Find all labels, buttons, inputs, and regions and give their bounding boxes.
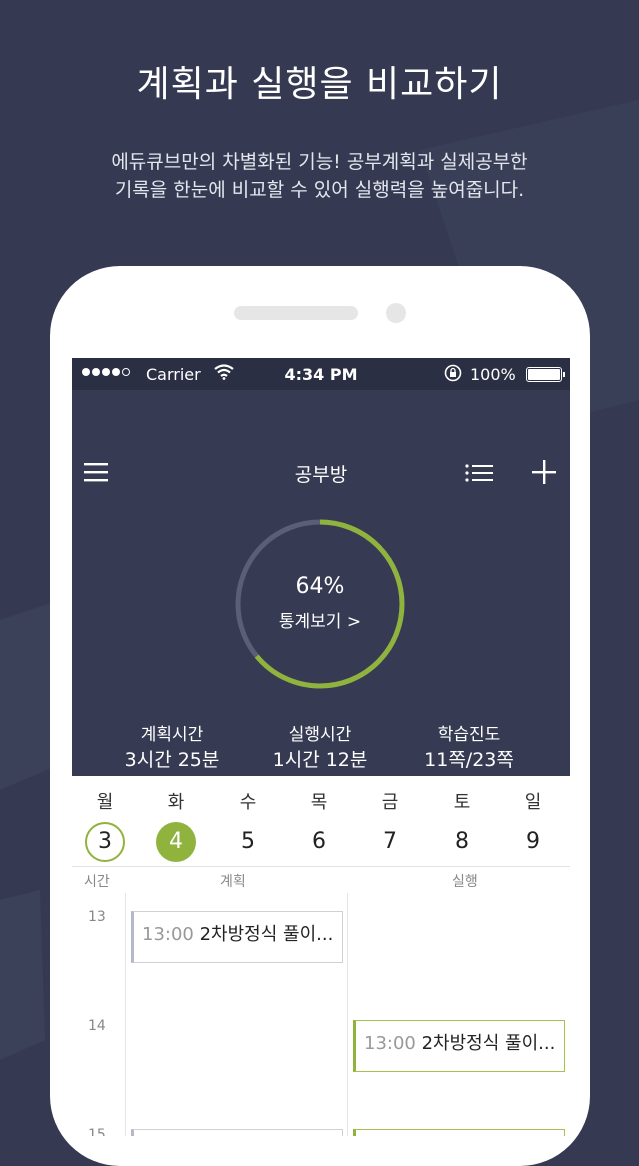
phone-speaker bbox=[234, 306, 358, 320]
weekday-label: 일 bbox=[524, 792, 542, 813]
list-view-icon[interactable] bbox=[465, 464, 493, 482]
stat-label: 계획시간 bbox=[140, 725, 204, 745]
date-button-8[interactable]: 8 bbox=[442, 822, 482, 862]
hour-label: 14 bbox=[88, 1018, 106, 1034]
stat-executed-time: 실행시간 1시간 12분 bbox=[254, 724, 386, 779]
battery-icon bbox=[526, 367, 565, 382]
weekday-label: 수 bbox=[239, 792, 257, 813]
date-button-9[interactable]: 9 bbox=[513, 822, 553, 862]
timetable-header: 시간 계획 실행 bbox=[72, 866, 570, 894]
stat-label: 실행시간 bbox=[288, 725, 352, 745]
stat-label: 학습진도 bbox=[437, 725, 501, 745]
weekday-label: 화 bbox=[167, 792, 185, 813]
grid-divider bbox=[347, 893, 348, 1136]
stat-value: 11쪽/23쪽 bbox=[424, 749, 514, 771]
weekday-label: 목 bbox=[310, 792, 328, 813]
grid-divider bbox=[125, 893, 126, 1136]
event-time: 13:00 bbox=[364, 1033, 416, 1054]
date-button-3[interactable]: 3 bbox=[85, 822, 125, 862]
date-button-6[interactable]: 6 bbox=[299, 822, 339, 862]
hour-label: 15 bbox=[88, 1127, 106, 1136]
stat-study-progress: 학습진도 11쪽/23쪽 bbox=[403, 724, 535, 779]
promo-subline-line1: 에듀큐브만의 차별화된 기능! 공부계획과 실제공부한 bbox=[111, 151, 528, 173]
battery-percent: 100% bbox=[470, 365, 516, 384]
exec-event-card-partial[interactable] bbox=[353, 1129, 565, 1136]
exec-event-card[interactable]: 13:00 2차방정식 풀이... bbox=[353, 1020, 565, 1072]
promo-subline: 에듀큐브만의 차별화된 기능! 공부계획과 실제공부한 기록을 한눈에 비교할 … bbox=[0, 148, 639, 204]
event-title: 2차방정식 풀이... bbox=[421, 1033, 556, 1054]
phone-camera bbox=[386, 303, 406, 323]
status-bar: Carrier 4:34 PM 100% bbox=[72, 358, 570, 390]
plan-event-card[interactable]: 13:00 2차방정식 풀이... bbox=[131, 911, 343, 963]
stat-value: 3시간 25분 bbox=[124, 749, 220, 771]
event-time: 13:00 bbox=[142, 924, 194, 945]
weekday-label: 토 bbox=[453, 792, 471, 813]
plan-event-card-partial[interactable] bbox=[131, 1129, 343, 1136]
page-title: 공부방 bbox=[294, 464, 348, 486]
app-screen: Carrier 4:34 PM 100% 공부방 64% 통계보기 > 계획시간… bbox=[72, 358, 570, 1136]
statistics-link[interactable]: 통계보기 > bbox=[232, 607, 408, 632]
timetable-grid: 13 14 15 13:00 2차방정식 풀이... 13:00 2차방정식 풀… bbox=[72, 893, 570, 1136]
progress-ring bbox=[235, 519, 405, 689]
event-title: 2차방정식 풀이... bbox=[199, 924, 334, 945]
promo-subline-line2: 기록을 한눈에 비교할 수 있어 실행력을 높여줍니다. bbox=[114, 179, 525, 201]
stat-planned-time: 계획시간 3시간 25분 bbox=[106, 724, 238, 779]
app-header: 공부방 64% 통계보기 > 계획시간 3시간 25분 실행시간 1시간 12분… bbox=[72, 390, 570, 779]
promo-headline: 계획과 실행을 비교하기 bbox=[136, 64, 503, 105]
progress-percent: 64% bbox=[295, 574, 345, 599]
column-header-exec: 실행 bbox=[452, 874, 478, 890]
column-header-time: 시간 bbox=[84, 874, 110, 890]
stat-value: 1시간 12분 bbox=[272, 749, 368, 771]
date-button-7[interactable]: 7 bbox=[370, 822, 410, 862]
date-button-4-selected[interactable]: 4 bbox=[156, 822, 196, 862]
column-header-plan: 계획 bbox=[220, 874, 246, 890]
rotation-lock-icon bbox=[444, 364, 462, 382]
date-button-5[interactable]: 5 bbox=[228, 822, 268, 862]
week-selector: 월 화 수 목 금 토 일 3 4 5 6 7 8 9 bbox=[72, 776, 570, 866]
weekday-label: 금 bbox=[381, 792, 399, 813]
hour-label: 13 bbox=[88, 909, 106, 925]
add-plus-icon[interactable] bbox=[532, 460, 556, 484]
weekday-label: 월 bbox=[96, 792, 114, 813]
